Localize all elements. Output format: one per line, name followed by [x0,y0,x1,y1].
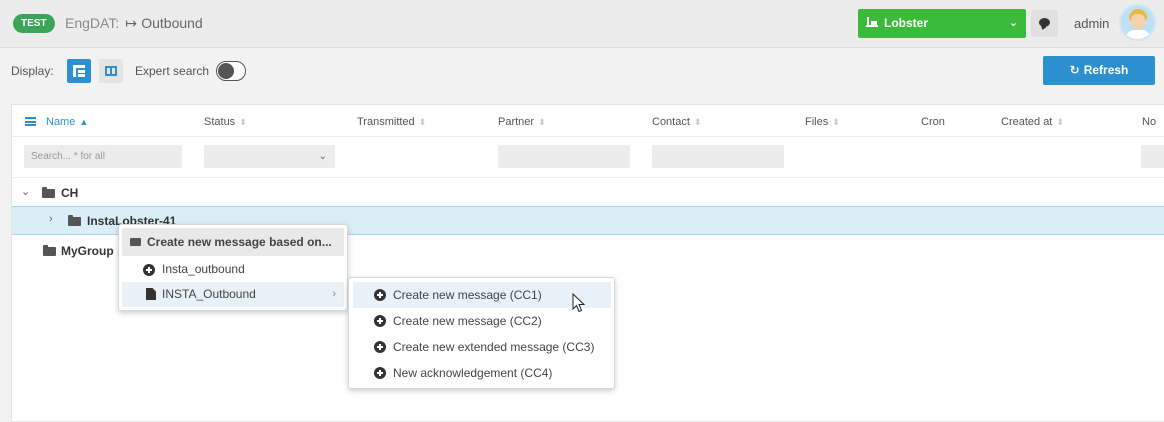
instance-name: Lobster [884,16,929,30]
row-label: MyGroup [61,244,114,258]
column-label: Name [46,116,76,128]
tree-row[interactable]: ⌄ CH [12,179,1164,208]
column-header-status[interactable]: Status ⬍ [204,116,247,128]
menu-item-insta-outbound[interactable]: Insta_outbound [122,257,344,282]
column-label: Partner [498,116,535,128]
submenu-item-cc4[interactable]: New acknowledgement (CC4) [353,360,611,386]
sort-asc-icon: ▲ [79,117,89,127]
expert-search-toggle[interactable] [216,61,246,81]
context-menu-title: Create new message based on... [122,228,344,256]
chevron-down-icon: ⌄ [318,151,327,162]
partner-filter-input[interactable] [498,145,630,168]
menu-item-label: INSTA_Outbound [162,287,256,301]
column-header-no[interactable]: No [1142,116,1156,128]
expert-search-label: Expert search [135,64,210,78]
submenu-item-label: Create new message (CC1) [393,288,542,302]
top-bar: TEST EngDAT: ↦ Outbound Lobster ⌄ admin [0,0,1164,48]
comment-icon [1039,18,1050,27]
filter-row: Search... * for all ⌄ [12,138,1164,178]
submenu-item-label: Create new message (CC2) [393,314,542,328]
sort-icon: ⬍ [538,117,546,127]
column-header-contact[interactable]: Contact ⬍ [652,116,701,128]
columns-icon [105,66,117,76]
chevron-down-icon[interactable]: ⌄ [21,185,30,198]
industry-icon [866,17,878,27]
section-title: Outbound [141,15,203,31]
column-header-name[interactable]: Name ▲ [46,116,88,128]
sitemap-icon [73,65,85,77]
context-menu-title-text: Create new message based on... [147,235,332,249]
plus-circle-icon [143,264,155,276]
column-header-created-at[interactable]: Created at ⬍ [1001,116,1064,128]
refresh-button[interactable]: ↻ Refresh [1043,56,1155,85]
chevron-right-icon: › [332,288,336,300]
column-header-files[interactable]: Files ⬍ [805,116,840,128]
contact-filter-input[interactable] [652,145,784,168]
avatar-face [1131,14,1145,29]
folder-open-icon [43,245,56,256]
chat-button[interactable] [1031,10,1058,37]
mouse-cursor-icon [572,293,586,313]
submenu-item-label: Create new extended message (CC3) [393,340,595,354]
file-icon [146,288,156,300]
plus-circle-icon [374,315,386,327]
display-label: Display: [11,64,54,78]
app-title: EngDAT: ↦ Outbound [65,15,203,32]
sort-icon: ⬍ [239,117,247,127]
column-label: Status [204,116,236,128]
plus-circle-icon [374,289,386,301]
table-view-button[interactable] [99,59,123,83]
plus-circle-icon [374,341,386,353]
toolbar: Display: Expert search ↻ Refresh [0,48,1164,94]
name-search-input[interactable]: Search... * for all [24,145,182,168]
app-name: EngDAT: [65,15,120,31]
sort-icon: ⬍ [418,117,427,127]
submenu-item-cc3[interactable]: Create new extended message (CC3) [353,334,611,360]
context-menu: Create new message based on... Insta_out… [118,224,348,311]
status-filter-select[interactable]: ⌄ [204,145,335,168]
envelope-icon [130,238,141,246]
column-label: Transmitted [357,116,415,128]
column-label: Files [805,116,829,128]
avatar-shirt [1126,30,1150,39]
folder-open-icon [42,187,55,198]
plus-circle-icon [374,367,386,379]
sort-icon: ⬍ [1056,117,1064,127]
submenu-item-label: New acknowledgement (CC4) [393,366,553,380]
toggle-knob [218,63,234,79]
menu-item-label: Insta_outbound [162,262,245,276]
column-header-transmitted[interactable]: Transmitted ⬍ [357,116,426,128]
column-header-partner[interactable]: Partner ⬍ [498,116,546,128]
refresh-label: Refresh [1083,63,1129,77]
avatar[interactable] [1119,4,1156,41]
sort-icon: ⬍ [832,117,840,127]
folder-open-icon [68,215,81,226]
refresh-icon: ↻ [1069,63,1080,77]
chevron-right-icon[interactable]: › [49,213,53,225]
grid-header: Name ▲ Status ⬍ Transmitted ⬍ Partner ⬍ Cont… [12,105,1164,137]
menu-item-insta-outbound-file[interactable]: INSTA_Outbound › [122,282,344,307]
column-header-cron[interactable]: Cron [921,116,945,128]
sign-in-icon: ↦ [125,15,137,31]
column-label: Created at [1001,116,1053,128]
tree-view-button[interactable] [67,59,91,83]
column-label: Contact [652,116,690,128]
row-label: CH [61,186,79,200]
no-filter-input[interactable] [1141,145,1164,168]
column-menu-icon[interactable] [25,117,36,126]
sort-icon: ⬍ [693,117,702,127]
user-name[interactable]: admin [1074,16,1109,31]
env-badge: TEST [13,14,55,33]
instance-select[interactable]: Lobster ⌄ [858,9,1026,38]
chevron-down-icon: ⌄ [1008,17,1018,29]
